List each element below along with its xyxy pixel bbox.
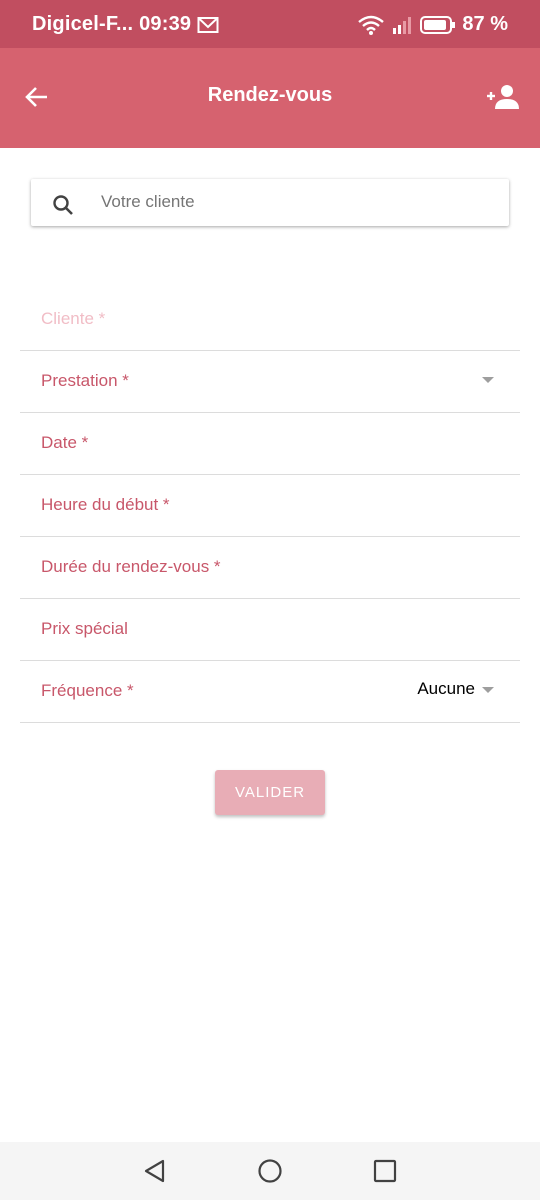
status-bar: Digicel-F... 09:39 87 % xyxy=(0,0,540,48)
dropdown-arrow-icon[interactable] xyxy=(482,687,494,693)
service-field-label: Prestation * xyxy=(41,371,129,390)
battery-icon xyxy=(420,15,456,34)
client-field-label: Cliente * xyxy=(41,309,106,328)
nav-recents-icon[interactable] xyxy=(372,1158,398,1184)
app-bar: Rendez-vous xyxy=(0,48,540,148)
carrier-time: Digicel-F... 09:39 xyxy=(32,13,192,35)
search-input[interactable]: Votre cliente xyxy=(101,192,195,212)
client-field[interactable]: Cliente * xyxy=(20,289,520,351)
nav-back-icon[interactable] xyxy=(142,1158,168,1184)
battery-level: 87 % xyxy=(462,13,508,35)
date-field[interactable]: Date * xyxy=(20,413,520,475)
duration-field-label: Durée du rendez-vous * xyxy=(41,557,221,576)
client-search-box[interactable]: Votre cliente xyxy=(31,179,509,226)
start-time-field[interactable]: Heure du début * xyxy=(20,475,520,537)
dropdown-arrow-icon xyxy=(482,377,494,383)
search-icon xyxy=(53,195,73,215)
service-dropdown[interactable]: Prestation * xyxy=(20,351,520,413)
wifi-icon xyxy=(358,15,385,35)
signal-icon xyxy=(393,16,412,34)
special-price-field-label: Prix spécial xyxy=(41,619,128,638)
date-field-label: Date * xyxy=(41,433,89,452)
add-person-icon[interactable] xyxy=(486,82,520,112)
frequency-field: Fréquence * Aucune xyxy=(20,661,520,723)
frequency-field-label: Fréquence * xyxy=(41,681,134,700)
page-title: Rendez-vous xyxy=(207,84,333,106)
status-left: Digicel-F... 09:39 xyxy=(32,13,219,36)
system-nav-bar xyxy=(0,1142,540,1200)
start-time-field-label: Heure du début * xyxy=(41,495,170,514)
special-price-field[interactable]: Prix spécial xyxy=(20,599,520,661)
frequency-select[interactable]: Aucune xyxy=(417,679,475,699)
validate-button[interactable]: VALIDER xyxy=(215,770,325,815)
mail-icon xyxy=(197,16,219,33)
status-right: 87 % xyxy=(356,13,508,36)
nav-home-icon[interactable] xyxy=(257,1158,283,1184)
duration-field[interactable]: Durée du rendez-vous * xyxy=(20,537,520,599)
